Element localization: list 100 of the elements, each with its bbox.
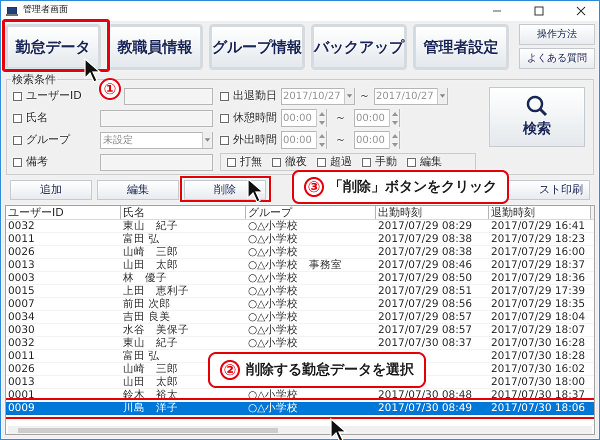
table-row[interactable]: 0015 上田 恵利子 ○△小学校 2017/07/29 08:51 2017/07/29 17:39 bbox=[6, 285, 594, 298]
app-icon bbox=[6, 6, 18, 16]
scrollbar[interactable] bbox=[591, 206, 594, 219]
table-row[interactable]: 0013 山田 太郎 ○△小学校 事務室 2017/07/29 08:46 2017/07/29 18:37 bbox=[6, 259, 594, 272]
nav-button[interactable]: 勤怠データ bbox=[5, 24, 101, 70]
table-cell: 2017/07/29 08:29 bbox=[378, 220, 472, 232]
table-cell: ○△小学校 bbox=[248, 324, 298, 336]
cursor-icon bbox=[247, 178, 265, 204]
table-cell: ○△小学校 bbox=[248, 298, 298, 310]
table-cell: 2017/07/29 18:23 bbox=[491, 233, 586, 245]
checkbox[interactable] bbox=[13, 136, 22, 144]
table-cell: 2017/07/30 16:02 bbox=[491, 363, 586, 375]
table-row[interactable]: 0011 富田 弘 ○△小学校 2017/07/29 08:38 2017/07/29 18:23 bbox=[6, 233, 594, 246]
table-cell: 0032 bbox=[8, 337, 35, 349]
close-icon[interactable] bbox=[576, 6, 586, 16]
table-cell: 2017/07/30 16:28 bbox=[491, 337, 586, 349]
flag-label: 徹夜 bbox=[285, 154, 307, 170]
column-header[interactable]: ユーザーID bbox=[6, 206, 121, 219]
checkbox[interactable] bbox=[220, 92, 229, 100]
table-cell: 2017/07/29 18:07 bbox=[491, 324, 586, 336]
table-row[interactable]: 0032 東山 紀子 ○△小学校 2017/07/29 08:29 2017/07/29 16:41 bbox=[6, 220, 594, 233]
checkbox[interactable] bbox=[220, 114, 229, 122]
table-row[interactable]: 0009 川島 洋子 ○△小学校 2017/07/30 08:49 2017/07/30 18:06 bbox=[6, 402, 594, 415]
flag-label: 超過 bbox=[330, 154, 352, 170]
field-label: ユーザーID bbox=[26, 88, 83, 104]
field-label: 外出時間 bbox=[233, 132, 277, 148]
table-cell: 2017/07/30 18:00 bbox=[491, 376, 586, 388]
table-row[interactable]: 0030 水谷 美保子 ○△小学校 2017/07/29 08:57 2017/07/29 18:07 bbox=[6, 324, 594, 337]
table-cell: 山田 太郎 bbox=[123, 376, 178, 388]
column-header[interactable]: 出勤時刻 bbox=[376, 206, 489, 219]
callout-text: 「削除」ボタンをクリック bbox=[329, 178, 497, 196]
table-cell: 0032 bbox=[8, 220, 35, 232]
help-button[interactable]: 操作方法 bbox=[519, 24, 595, 45]
field-label: 休憩時間 bbox=[233, 110, 277, 126]
flag-label: 編集 bbox=[420, 154, 442, 170]
checkbox[interactable] bbox=[362, 158, 371, 166]
range-separator: ～ bbox=[334, 110, 347, 126]
table-cell: 2017/07/29 16:00 bbox=[491, 246, 586, 258]
table-cell: ○△小学校 bbox=[248, 402, 298, 414]
table-cell: 山田 太郎 bbox=[123, 259, 178, 271]
table-cell: 2017/07/29 08:46 bbox=[378, 259, 472, 271]
nav-button[interactable]: バックアップ bbox=[311, 24, 407, 70]
table-cell: ○△小学校 bbox=[248, 337, 298, 349]
checkbox[interactable] bbox=[13, 114, 22, 122]
table-cell: 2017/07/29 18:35 bbox=[491, 298, 586, 310]
table-cell: 0009 bbox=[8, 402, 35, 414]
table-cell: ○△小学校 bbox=[248, 285, 298, 297]
maximize-icon[interactable] bbox=[534, 6, 544, 16]
table-cell: 0030 bbox=[8, 324, 35, 336]
table-cell: 0013 bbox=[8, 376, 35, 388]
table-cell: ○△小学校 bbox=[248, 246, 298, 258]
nav-button[interactable]: 教職員情報 bbox=[107, 24, 203, 70]
table-cell: 2017/07/29 18:37 bbox=[491, 259, 586, 271]
table-cell: 0026 bbox=[8, 363, 35, 375]
table-cell: 林 優子 bbox=[123, 272, 167, 284]
checkbox[interactable] bbox=[272, 158, 281, 166]
table-row[interactable]: 0007 前田 次郎 ○△小学校 2017/07/29 08:56 2017/07/29 18:35 bbox=[6, 298, 594, 311]
table-row[interactable]: 0026 山崎 三郎 ○△小学校 2017/07/29 08:38 2017/07/29 16:00 bbox=[6, 246, 594, 259]
table-cell: 富田 弘 bbox=[123, 350, 160, 362]
table-cell: 2017/07/29 08:57 bbox=[378, 311, 472, 323]
table-cell: 川島 洋子 bbox=[123, 402, 178, 414]
table-cell: 0034 bbox=[8, 311, 35, 323]
checkbox[interactable] bbox=[13, 158, 22, 166]
action-button[interactable]: 追加 bbox=[10, 180, 92, 200]
table-row[interactable]: 0032 東山 紀子 ○△小学校 2017/07/30 08:37 2017/07/30 16:28 bbox=[6, 337, 594, 350]
table-row[interactable]: 0003 林 優子 ○△小学校 2017/07/29 08:50 2017/07/29 18:36 bbox=[6, 272, 594, 285]
search-icon bbox=[526, 94, 548, 116]
checkbox[interactable] bbox=[227, 158, 236, 166]
table-cell: 2017/07/29 18:36 bbox=[491, 272, 586, 284]
table-cell: 吉田 良美 bbox=[123, 311, 170, 323]
help-button[interactable]: よくある質問 bbox=[519, 48, 595, 69]
field-label: 備考 bbox=[26, 154, 49, 170]
horizontal-scrollbar[interactable] bbox=[8, 426, 592, 434]
column-header[interactable]: 氏名 bbox=[121, 206, 246, 219]
table-cell: 0003 bbox=[8, 272, 35, 284]
nav-button[interactable]: 管理者設定 bbox=[413, 24, 509, 70]
table-cell: 2017/07/29 08:50 bbox=[378, 272, 472, 284]
table-cell: 2017/07/30 18:28 bbox=[491, 350, 586, 362]
field-label: グループ bbox=[26, 132, 72, 148]
checkbox[interactable] bbox=[220, 136, 229, 144]
table-cell: 2017/07/30 08:37 bbox=[378, 337, 472, 349]
checkbox[interactable] bbox=[407, 158, 416, 166]
select-field[interactable]: 未設定 bbox=[100, 132, 213, 148]
table-cell: 山崎 三郎 bbox=[123, 246, 178, 258]
table-cell: 0015 bbox=[8, 285, 35, 297]
table-cell: 2017/07/29 08:51 bbox=[378, 285, 472, 297]
checkbox[interactable] bbox=[13, 92, 22, 100]
table-row[interactable]: 0034 吉田 良美 ○△小学校 2017/07/29 08:57 2017/07/29 18:04 bbox=[6, 311, 594, 324]
table-cell: 2017/07/29 17:39 bbox=[491, 285, 586, 297]
nav-button[interactable]: グループ情報 bbox=[209, 24, 305, 70]
table-cell: 富田 弘 bbox=[123, 233, 160, 245]
action-button[interactable]: スト印刷 bbox=[508, 180, 590, 200]
table-cell: 0013 bbox=[8, 259, 35, 271]
search-button[interactable]: 検索 bbox=[489, 87, 585, 147]
action-button[interactable]: 編集 bbox=[97, 180, 179, 200]
column-header[interactable]: グループ bbox=[246, 206, 376, 219]
checkbox[interactable] bbox=[317, 158, 326, 166]
table-cell: 2017/07/30 18:06 bbox=[491, 402, 586, 414]
table-cell: 水谷 美保子 bbox=[123, 324, 189, 336]
table-cell: 0007 bbox=[8, 298, 35, 310]
